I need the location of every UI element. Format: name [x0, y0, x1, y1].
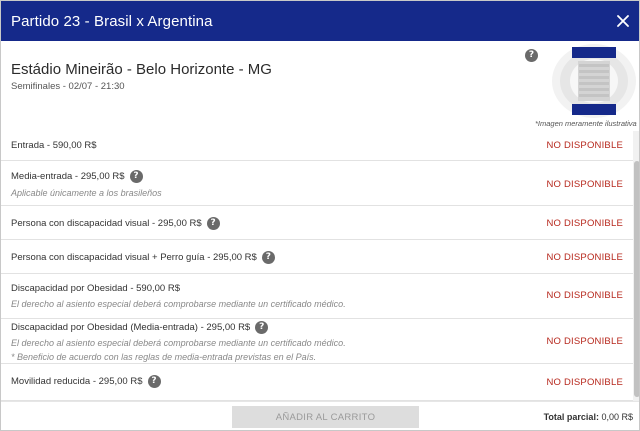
ticket-note: El derecho al asiento especial deberá co… [11, 338, 346, 348]
ticket-label: Discapacidad por Obesidad - 590,00 R$ [11, 283, 180, 294]
stadium-map-icon [552, 44, 636, 118]
ticket-note: El derecho al asiento especial deberá co… [11, 299, 346, 309]
ticket-label-text: Discapacidad por Obesidad (Media-entrada… [11, 322, 251, 333]
venue-info: Estádio Mineirão - Belo Horizonte - MG S… [1, 41, 639, 131]
modal-title: Partido 23 - Brasil x Argentina [11, 12, 213, 30]
availability-status: NO DISPONIBLE [546, 290, 623, 301]
ticket-label: Media-entrada - 295,00 R$? [11, 170, 143, 183]
scrollbar-thumb[interactable] [634, 161, 639, 397]
ticket-label: Persona con discapacidad visual - 295,00… [11, 217, 220, 230]
close-icon[interactable] [613, 11, 633, 31]
ticket-note: * Beneficio de acuerdo con las reglas de… [11, 352, 317, 362]
question-mark-icon[interactable]: ? [206, 217, 220, 230]
partial-total: Total parcial: 0,00 R$ [544, 412, 633, 422]
ticket-list: Entrada - 590,00 R$ NO DISPONIBLE Media-en… [1, 131, 633, 401]
match-date: Semifinales - 02/07 - 21:30 [11, 81, 125, 92]
ticket-modal: Partido 23 - Brasil x Argentina Estádio … [0, 0, 640, 431]
ticket-row: Persona con discapacidad visual - 295,00… [1, 206, 633, 240]
availability-status: NO DISPONIBLE [546, 377, 623, 388]
ticket-note: Aplicable únicamente a los brasileños [11, 188, 162, 198]
total-value: 0,00 R$ [601, 412, 633, 422]
ticket-label-text: Movilidad reducida - 295,00 R$ [11, 376, 143, 387]
availability-status: NO DISPONIBLE [546, 252, 623, 263]
ticket-label: Entrada - 590,00 R$ [11, 140, 97, 151]
question-mark-icon[interactable]: ? [129, 170, 143, 183]
list-scrollbar[interactable] [633, 131, 639, 401]
add-to-cart-button[interactable]: AÑADIR AL CARRITO [232, 406, 419, 428]
question-mark-icon[interactable]: ? [147, 375, 161, 388]
ticket-row: Persona con discapacidad visual + Perro … [1, 240, 633, 274]
availability-status: NO DISPONIBLE [546, 336, 623, 347]
modal-footer: AÑADIR AL CARRITO Total parcial: 0,00 R$ [1, 401, 639, 430]
modal-header: Partido 23 - Brasil x Argentina [1, 1, 639, 41]
ticket-label-text: Persona con discapacidad visual - 295,00… [11, 218, 202, 229]
ticket-label-text: Media-entrada - 295,00 R$ [11, 171, 125, 182]
ticket-row: Movilidad reducida - 295,00 R$? NO DISPON… [1, 364, 633, 401]
availability-status: NO DISPONIBLE [546, 179, 623, 190]
ticket-label: Movilidad reducida - 295,00 R$? [11, 375, 161, 388]
ticket-label-text: Entrada - 590,00 R$ [11, 140, 97, 151]
ticket-label-text: Discapacidad por Obesidad - 590,00 R$ [11, 283, 180, 294]
ticket-label-text: Persona con discapacidad visual + Perro … [11, 252, 257, 263]
availability-status: NO DISPONIBLE [546, 140, 623, 151]
ticket-label: Persona con discapacidad visual + Perro … [11, 251, 275, 264]
question-mark-icon[interactable]: ? [261, 251, 275, 264]
total-label: Total parcial: [543, 412, 599, 422]
venue-name: Estádio Mineirão - Belo Horizonte - MG [11, 61, 272, 78]
ticket-row: Media-entrada - 295,00 R$? Aplicable únic… [1, 161, 633, 206]
ticket-row: Entrada - 590,00 R$ NO DISPONIBLE [1, 131, 633, 161]
illustrative-note: *Imagen meramente ilustrativa [535, 119, 637, 128]
question-mark-icon[interactable]: ? [525, 49, 538, 62]
ticket-row: Discapacidad por Obesidad (Media-entrada… [1, 319, 633, 364]
ticket-row: Discapacidad por Obesidad - 590,00 R$ El … [1, 274, 633, 319]
ticket-label: Discapacidad por Obesidad (Media-entrada… [11, 321, 269, 334]
availability-status: NO DISPONIBLE [546, 218, 623, 229]
question-mark-icon[interactable]: ? [255, 321, 269, 334]
